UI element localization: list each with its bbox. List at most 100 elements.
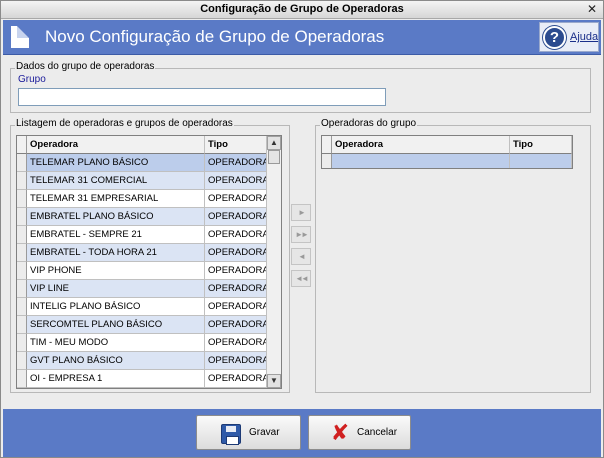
row-indicator bbox=[17, 334, 27, 352]
row-indicator bbox=[17, 136, 27, 154]
table-header-row: Operadora Tipo bbox=[322, 136, 572, 154]
table-cell-operadora: VIP PHONE bbox=[27, 262, 205, 280]
vertical-scrollbar[interactable]: ▲ ▼ bbox=[266, 136, 281, 388]
table-row[interactable]: TIM - MEU MODO OPERADORA bbox=[17, 334, 281, 352]
save-label: Gravar bbox=[249, 427, 280, 438]
close-icon[interactable]: ✕ bbox=[585, 3, 599, 16]
column-header-operadora[interactable]: Operadora bbox=[332, 136, 510, 154]
table-cell-operadora: EMBRATEL - SEMPRE 21 bbox=[27, 226, 205, 244]
add-one-button[interactable]: ► bbox=[291, 204, 311, 221]
table-cell-operadora: TELEMAR 31 EMPRESARIAL bbox=[27, 190, 205, 208]
row-indicator bbox=[17, 298, 27, 316]
table-row[interactable]: INTELIG PLANO BÁSICO OPERADORA bbox=[17, 298, 281, 316]
table-cell bbox=[510, 154, 572, 168]
table-row[interactable]: TELEMAR 31 EMPRESARIAL OPERADORA bbox=[17, 190, 281, 208]
table-cell-operadora: OI - EMPRESA 1 bbox=[27, 370, 205, 388]
help-button[interactable]: ? Ajuda bbox=[539, 22, 599, 52]
column-header-operadora[interactable]: Operadora bbox=[27, 136, 205, 154]
scroll-up-icon[interactable]: ▲ bbox=[267, 136, 281, 150]
help-label: Ajuda bbox=[570, 31, 599, 43]
dados-group-panel: Dados do grupo de operadoras Grupo bbox=[10, 61, 591, 113]
row-indicator bbox=[17, 316, 27, 334]
table-cell-operadora: EMBRATEL PLANO BÁSICO bbox=[27, 208, 205, 226]
row-indicator bbox=[17, 244, 27, 262]
table-row[interactable]: EMBRATEL PLANO BÁSICO OPERADORA bbox=[17, 208, 281, 226]
table-cell-tipo: OPERADORA bbox=[205, 244, 267, 262]
cancel-button[interactable]: ✘ Cancelar bbox=[308, 415, 411, 450]
document-icon bbox=[11, 26, 29, 48]
remove-all-button[interactable]: ◄◄ bbox=[291, 270, 311, 287]
table-row[interactable]: EMBRATEL - TODA HORA 21 OPERADORA bbox=[17, 244, 281, 262]
listagem-panel: Listagem de operadoras e grupos de opera… bbox=[10, 118, 290, 393]
table-row[interactable]: TELEMAR PLANO BÁSICO OPERADORA bbox=[17, 154, 281, 172]
page-title: Novo Configuração de Grupo de Operadoras bbox=[45, 27, 385, 46]
table-cell-tipo: OPERADORA bbox=[205, 280, 267, 298]
cancel-label: Cancelar bbox=[357, 427, 398, 438]
help-icon: ? bbox=[543, 26, 566, 49]
table-cell-tipo: OPERADORA bbox=[205, 226, 267, 244]
add-all-button[interactable]: ►► bbox=[291, 226, 311, 243]
row-indicator bbox=[17, 388, 27, 389]
table-row[interactable]: VIP PHONE OPERADORA bbox=[17, 262, 281, 280]
table-header-row: Operadora Tipo bbox=[17, 136, 281, 154]
table-row[interactable]: VIP LINE OPERADORA bbox=[17, 280, 281, 298]
table-cell-tipo: OPERADORA bbox=[205, 190, 267, 208]
operadoras-table: Operadora Tipo TELEMAR PLANO BÁSICO OPERA… bbox=[16, 135, 282, 389]
row-indicator bbox=[17, 226, 27, 244]
grupo-input[interactable] bbox=[18, 88, 386, 106]
save-button[interactable]: Gravar bbox=[196, 415, 301, 450]
row-indicator bbox=[17, 352, 27, 370]
table-cell-tipo: OPERADORA bbox=[205, 370, 267, 388]
table-cell bbox=[332, 154, 510, 168]
row-indicator bbox=[322, 136, 332, 154]
window-title: Configuração de Grupo de Operadoras bbox=[200, 3, 404, 15]
column-header-tipo[interactable]: Tipo bbox=[510, 136, 572, 154]
table-cell-tipo: OPERADORA bbox=[205, 316, 267, 334]
table-row[interactable]: SERCOMTEL PLANO BÁSICO OPERADORA bbox=[17, 316, 281, 334]
operadoras-grupo-panel: Operadoras do grupo Operadora Tipo bbox=[315, 118, 591, 393]
row-indicator bbox=[17, 154, 27, 172]
footer-bar: Gravar ✘ Cancelar bbox=[3, 409, 601, 457]
floppy-disk-icon bbox=[221, 424, 241, 445]
row-indicator bbox=[17, 190, 27, 208]
table-cell-operadora: TIM - MEU MODO bbox=[27, 334, 205, 352]
table-row[interactable] bbox=[322, 154, 572, 168]
remove-one-button[interactable]: ◄ bbox=[291, 248, 311, 265]
scroll-thumb[interactable] bbox=[268, 150, 280, 164]
title-bar: Configuração de Grupo de Operadoras ✕ bbox=[1, 1, 603, 19]
row-indicator bbox=[17, 262, 27, 280]
table-cell-operadora: TELEMAR PLANO BÁSICO bbox=[27, 154, 205, 172]
table-cell-operadora: OI - PLANO BÁSICO bbox=[27, 388, 205, 389]
table-row[interactable]: OI - PLANO BÁSICOOPERADORA bbox=[17, 388, 281, 389]
scroll-down-icon[interactable]: ▼ bbox=[267, 374, 281, 388]
row-indicator bbox=[322, 154, 332, 168]
dados-legend: Dados do grupo de operadoras bbox=[15, 61, 156, 72]
table-row[interactable]: OI - EMPRESA 1 OPERADORA bbox=[17, 370, 281, 388]
table-row[interactable]: EMBRATEL - SEMPRE 21 OPERADORA bbox=[17, 226, 281, 244]
table-cell-operadora: GVT PLANO BÁSICO bbox=[27, 352, 205, 370]
table-cell-tipo: OPERADORA bbox=[205, 154, 267, 172]
header-banner: Novo Configuração de Grupo de Operadoras… bbox=[3, 20, 601, 55]
row-indicator bbox=[17, 208, 27, 226]
table-cell-operadora: INTELIG PLANO BÁSICO bbox=[27, 298, 205, 316]
table-cell-tipo: OPERADORA bbox=[205, 388, 267, 389]
table-cell-tipo: OPERADORA bbox=[205, 334, 267, 352]
dialog-window: Configuração de Grupo de Operadoras ✕ No… bbox=[0, 0, 604, 458]
table-row[interactable]: GVT PLANO BÁSICO OPERADORA bbox=[17, 352, 281, 370]
table-cell-tipo: OPERADORA bbox=[205, 208, 267, 226]
row-indicator bbox=[17, 370, 27, 388]
listagem-legend: Listagem de operadoras e grupos de opera… bbox=[15, 118, 234, 129]
column-header-tipo[interactable]: Tipo bbox=[205, 136, 267, 154]
table-cell-tipo: OPERADORA bbox=[205, 172, 267, 190]
table-cell-tipo: OPERADORA bbox=[205, 262, 267, 280]
cancel-x-icon: ✘ bbox=[330, 420, 350, 445]
table-cell-tipo: OPERADORA bbox=[205, 298, 267, 316]
table-cell-operadora: TELEMAR 31 COMERCIAL bbox=[27, 172, 205, 190]
row-indicator bbox=[17, 280, 27, 298]
table-row[interactable]: TELEMAR 31 COMERCIAL OPERADORA bbox=[17, 172, 281, 190]
table-cell-operadora: SERCOMTEL PLANO BÁSICO bbox=[27, 316, 205, 334]
table-cell-tipo: OPERADORA bbox=[205, 352, 267, 370]
table-cell-operadora: EMBRATEL - TODA HORA 21 bbox=[27, 244, 205, 262]
operadoras-grupo-legend: Operadoras do grupo bbox=[320, 118, 418, 129]
grupo-table: Operadora Tipo bbox=[321, 135, 573, 169]
